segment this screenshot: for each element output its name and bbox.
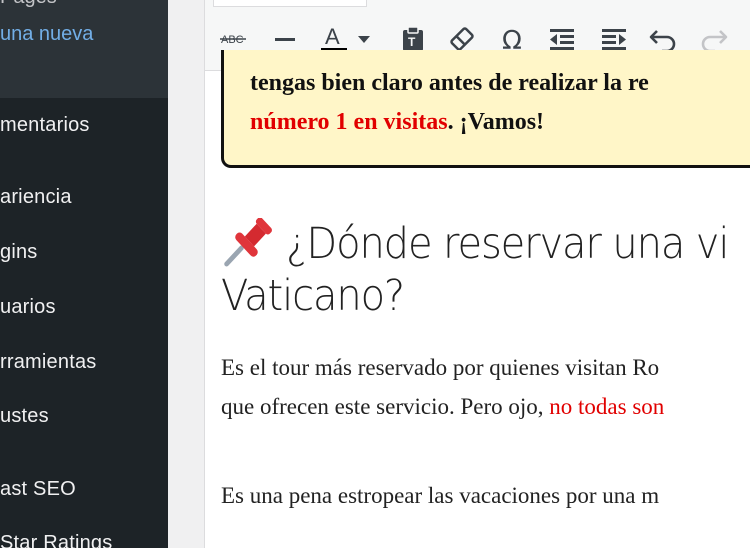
chevron-down-icon: [358, 36, 370, 43]
heading-line2: Vaticano?: [221, 271, 405, 321]
callout-highlight: número 1 en visitas: [250, 109, 448, 135]
outdent-icon: [550, 29, 574, 50]
paste-as-text-icon: T: [403, 26, 423, 51]
content-gutter: [168, 0, 204, 548]
paragraph-1-text: que ofrecen este servicio. Pero ojo,: [221, 394, 550, 419]
svg-text:T: T: [408, 35, 416, 49]
sidebar-item-comments[interactable]: mentarios: [0, 114, 90, 137]
submenu-item-add-new[interactable]: una nueva: [0, 23, 93, 46]
svg-text:ABC: ABC: [221, 34, 244, 46]
paragraph-2-line1: Es una pena estropear las vacaciones por…: [221, 483, 660, 508]
admin-sidebar: Pages una nueva mentarios ariencia gins …: [0, 0, 168, 548]
callout-text-line2: número 1 en visitas. ¡Vamos!: [250, 109, 544, 136]
clear-formatting-icon: [450, 27, 474, 51]
callout-text-line1: tengas bien claro antes de realizar la r…: [250, 70, 649, 96]
classic-editor: ABC A T Ω tengas bien claro antes de rea…: [204, 0, 750, 548]
pushpin-icon: [224, 218, 272, 267]
heading-line1: ¿Dónde reservar una vi: [286, 219, 729, 269]
sidebar-item-tools[interactable]: rramientas: [0, 351, 96, 374]
indent-icon: [602, 29, 626, 50]
section-heading: ¿Dónde reservar una vi Vaticano?: [221, 218, 750, 322]
svg-text:Ω: Ω: [502, 26, 522, 53]
svg-text:A: A: [325, 24, 340, 49]
submenu-item-pages[interactable]: Pages: [0, 0, 57, 9]
submenu-block: Pages una nueva: [0, 0, 168, 98]
sidebar-item-star-ratings[interactable]: Star Ratings: [0, 532, 112, 548]
sidebar-item-appearance[interactable]: ariencia: [0, 186, 72, 209]
sidebar-item-plugins[interactable]: gins: [0, 241, 38, 264]
redo-icon: [701, 30, 728, 52]
strikethrough-icon: ABC: [220, 34, 246, 46]
paragraph-1-line1: Es el tour más reservado por quienes vis…: [221, 355, 660, 380]
special-character-icon: Ω: [502, 26, 522, 53]
horizontal-line-icon: [275, 38, 295, 41]
undo-icon: [649, 30, 676, 52]
editor-tab[interactable]: [213, 0, 367, 7]
paragraph-1-line2: que ofrecen este servicio. Pero ojo, no …: [221, 394, 664, 420]
sidebar-item-yoast-seo[interactable]: ast SEO: [0, 478, 76, 501]
callout-box: tengas bien claro antes de realizar la r…: [221, 50, 750, 168]
callout-text-rest: . ¡Vamos!: [447, 109, 545, 135]
paragraph-1-highlight: no todas son: [549, 394, 665, 419]
sidebar-item-settings[interactable]: ustes: [0, 405, 49, 428]
sidebar-item-users[interactable]: uarios: [0, 296, 56, 319]
